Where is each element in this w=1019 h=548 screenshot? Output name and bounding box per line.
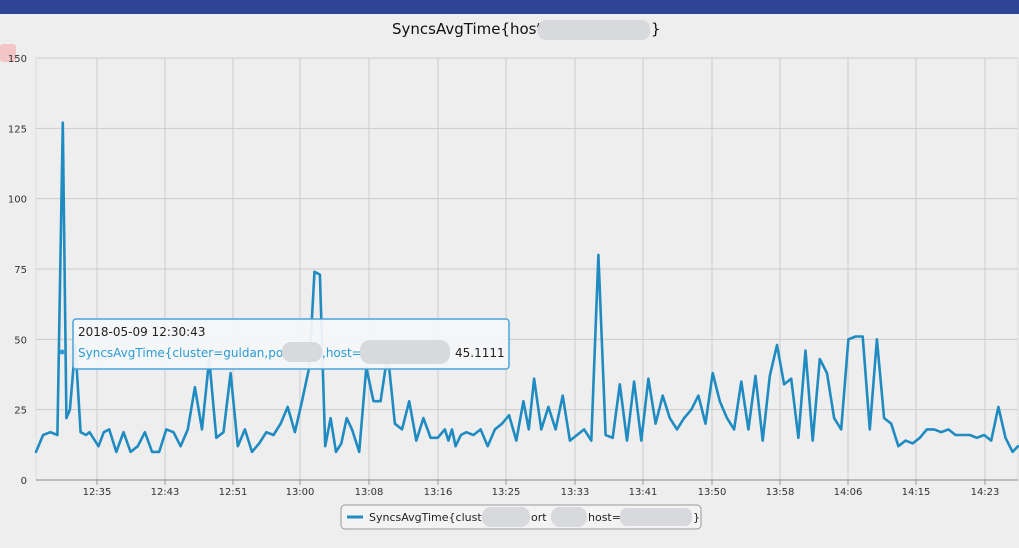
y-tick-label: 150: [8, 54, 27, 65]
x-tick-label: 14:23: [971, 487, 1000, 498]
y-tick-label: 50: [14, 335, 27, 346]
tooltip-marker: [59, 349, 65, 355]
redacted-port: [282, 342, 322, 362]
legend-label-part4: }: [693, 511, 700, 524]
legend-label-part3: host=: [588, 511, 621, 524]
chart-title-suffix: }: [651, 20, 661, 38]
y-tick-label: 125: [8, 124, 27, 135]
y-tick-label: 25: [14, 406, 27, 417]
x-tick-label: 14:06: [834, 487, 863, 498]
redacted-host-tooltip: [360, 340, 450, 364]
tooltip-series-prefix: SyncsAvgTime{cluster=guldan,port=: [78, 346, 303, 360]
x-tick-label: 13:58: [766, 487, 795, 498]
series-line[interactable]: [34, 121, 1019, 454]
chart-title-prefix: SyncsAvgTime{host=: [392, 20, 555, 38]
chart-title: SyncsAvgTime{host= }: [392, 20, 661, 40]
data-tooltip: 2018-05-09 12:30:43 SyncsAvgTime{cluster…: [59, 318, 510, 370]
redacted-legend-port: [551, 507, 587, 527]
x-tick-label: 13:08: [355, 487, 384, 498]
x-tick-label: 13:33: [561, 487, 590, 498]
x-tick-label: 13:50: [698, 487, 727, 498]
x-tick-label: 13:00: [286, 487, 315, 498]
x-tick-label: 13:25: [492, 487, 521, 498]
x-tick-label: 13:16: [424, 487, 453, 498]
legend-label-part2: ort: [531, 511, 547, 524]
x-tick-label: 14:15: [902, 487, 931, 498]
chart-window: SyncsAvgTime{host= } 0 25 50 75 100 125 150 12…: [0, 0, 1019, 548]
y-tick-label: 75: [14, 265, 27, 276]
x-tick-label: 12:35: [83, 487, 112, 498]
x-tick-label: 12:43: [151, 487, 180, 498]
y-axis: 0 25 50 75 100 125 150: [8, 54, 27, 487]
line-chart: SyncsAvgTime{host= } 0 25 50 75 100 125 150 12…: [0, 20, 1019, 530]
tooltip-value: 45.1111: [455, 346, 505, 360]
y-tick-label: 0: [21, 476, 27, 487]
x-axis: 12:35 12:43 12:51 13:00 13:08 13:16 13:25 13:33…: [36, 479, 1018, 498]
redacted-legend-cluster: [482, 507, 530, 527]
legend[interactable]: SyncsAvgTime{cluster= ort host= }: [340, 504, 702, 530]
tooltip-series-mid: ,host=: [322, 346, 362, 360]
series-layer: [34, 121, 1019, 454]
x-tick-label: 12:51: [219, 487, 248, 498]
redacted-host: [538, 20, 650, 40]
tooltip-timestamp: 2018-05-09 12:30:43: [78, 325, 205, 339]
y-tick-label: 100: [8, 195, 27, 206]
redacted-legend-host: [620, 508, 692, 526]
x-tick-label: 13:41: [629, 487, 658, 498]
